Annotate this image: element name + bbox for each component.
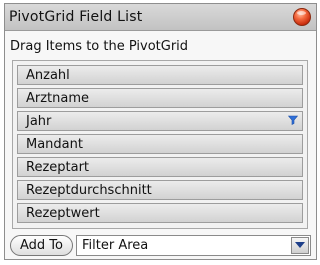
field-list: Anzahl Arztname Jahr Mandant Rezeptart R… — [12, 60, 308, 229]
field-item-rezeptwert[interactable]: Rezeptwert — [17, 203, 303, 223]
field-item-anzahl[interactable]: Anzahl — [17, 65, 303, 85]
field-label: Anzahl — [26, 68, 70, 83]
field-label: Jahr — [26, 114, 52, 129]
field-item-arztname[interactable]: Arztname — [17, 88, 303, 108]
drag-hint-text: Drag Items to the PivotGrid — [10, 39, 189, 54]
field-item-jahr[interactable]: Jahr — [17, 111, 303, 131]
close-icon[interactable] — [293, 8, 311, 26]
field-label: Arztname — [26, 91, 90, 106]
area-select[interactable]: Filter Area — [76, 235, 311, 256]
dropdown-button[interactable] — [291, 237, 309, 254]
field-item-rezeptart[interactable]: Rezeptart — [17, 157, 303, 177]
field-item-mandant[interactable]: Mandant — [17, 134, 303, 154]
area-select-value: Filter Area — [82, 238, 149, 253]
pivotgrid-field-list-window: PivotGrid Field List Drag Items to the P… — [4, 3, 317, 260]
field-item-rezeptdurchschnitt[interactable]: Rezeptdurchschnitt — [17, 180, 303, 200]
add-to-label: Add To — [20, 238, 63, 253]
field-label: Mandant — [26, 137, 83, 152]
field-label: Rezeptart — [26, 160, 90, 175]
field-label: Rezeptwert — [26, 206, 100, 221]
chevron-down-icon — [295, 242, 305, 248]
window-title: PivotGrid Field List — [9, 9, 143, 25]
title-bar[interactable]: PivotGrid Field List — [5, 4, 316, 31]
add-to-button[interactable]: Add To — [10, 235, 73, 256]
filter-funnel-icon[interactable] — [288, 115, 298, 125]
field-label: Rezeptdurchschnitt — [26, 183, 152, 198]
